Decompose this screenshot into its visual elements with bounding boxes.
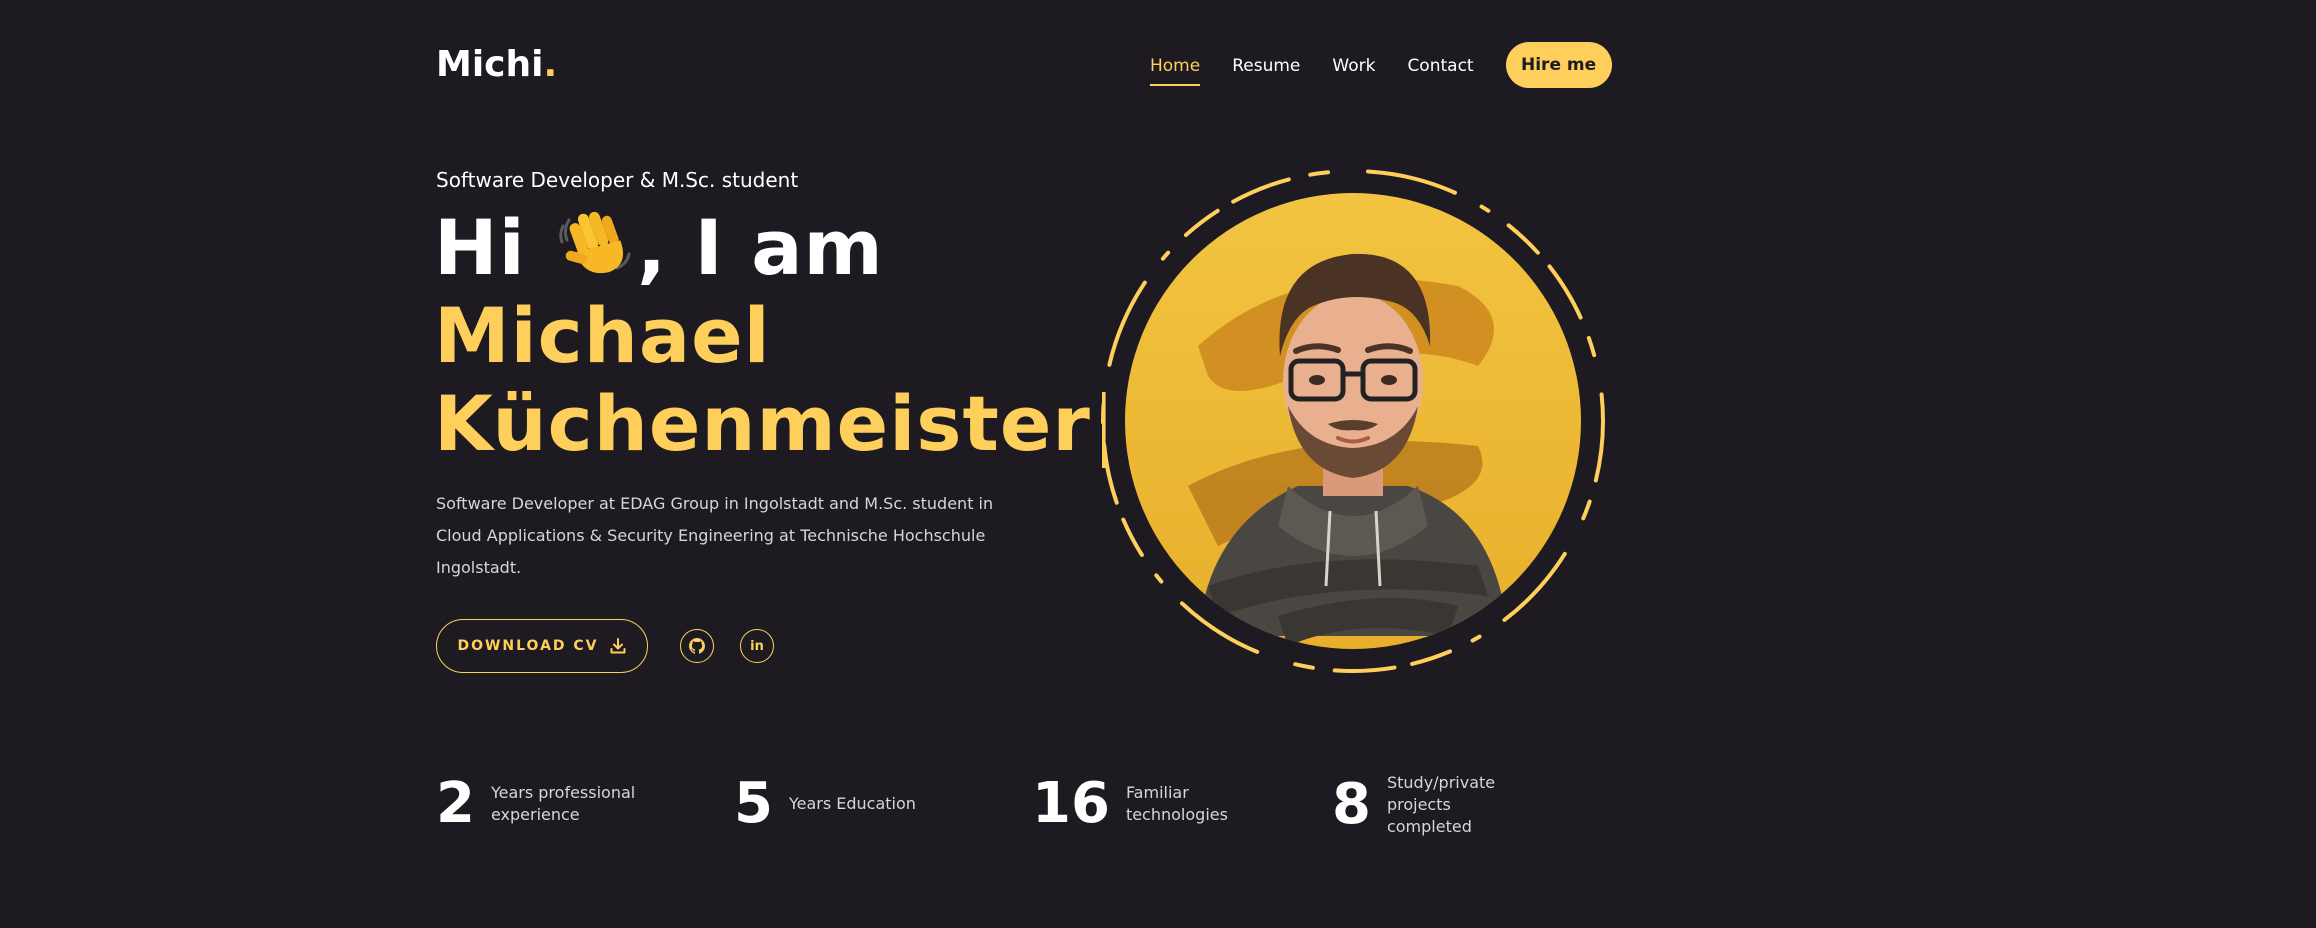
download-icon — [610, 638, 626, 654]
download-cv-label: DOWNLOAD CV — [457, 638, 599, 654]
nav-resume[interactable]: Resume — [1232, 56, 1300, 86]
first-name: Michael — [434, 291, 771, 380]
stat-label: Study/private projects completed — [1386, 773, 1496, 836]
hero-description: Software Developer at EDAG Group in Ingo… — [436, 494, 994, 577]
logo-dot: . — [543, 44, 558, 85]
page: Michi. Home Resume Work Contact Hire me … — [0, 0, 2316, 928]
nav-work[interactable]: Work — [1332, 56, 1375, 86]
stat-label: Familiar technologies — [1125, 783, 1228, 824]
github-icon — [689, 638, 705, 654]
nav-contact[interactable]: Contact — [1407, 56, 1473, 86]
linkedin-link[interactable]: in — [740, 629, 774, 663]
nav-home[interactable]: Home — [1150, 56, 1201, 86]
linkedin-icon: in — [750, 638, 764, 654]
stat-number: 8 — [1332, 772, 1371, 837]
hero-subtitle: Software Developer & M.Sc. student — [436, 168, 799, 192]
stat-label: Years professional experience — [490, 783, 636, 824]
download-cv-button[interactable]: DOWNLOAD CV — [436, 619, 648, 673]
stat-education: 5 Years Education — [734, 772, 939, 836]
greeting-hi: Hi — [434, 203, 526, 292]
stat-experience: 2 Years professional experience — [436, 772, 641, 836]
main-nav: Home Resume Work Contact Hire me — [1150, 42, 1612, 88]
stat-technologies: 16 Familiar technologies — [1032, 772, 1236, 836]
stat-number: 16 — [1032, 771, 1110, 836]
profile-portrait — [1101, 169, 1605, 673]
last-name-line: Küchenmeister| — [434, 380, 1117, 468]
logo-text: Michi — [436, 44, 544, 85]
hero-actions: DOWNLOAD CV in — [436, 619, 774, 673]
stat-number: 5 — [734, 771, 773, 836]
waving-hand-icon — [559, 211, 631, 274]
logo[interactable]: Michi. — [436, 44, 557, 85]
hero-title: Hi , I am Michael Küchenmeister| — [434, 204, 1117, 468]
github-link[interactable] — [680, 629, 714, 663]
last-name: Küchenmeister — [434, 379, 1091, 468]
stat-projects: 8 Study/private projects completed — [1332, 772, 1537, 838]
hire-me-button[interactable]: Hire me — [1505, 42, 1612, 88]
stat-number: 2 — [436, 771, 475, 836]
greeting-line: Hi , I am — [434, 204, 1117, 292]
stat-label: Years Education — [788, 794, 916, 813]
greeting-i-am: , I am — [637, 203, 884, 292]
